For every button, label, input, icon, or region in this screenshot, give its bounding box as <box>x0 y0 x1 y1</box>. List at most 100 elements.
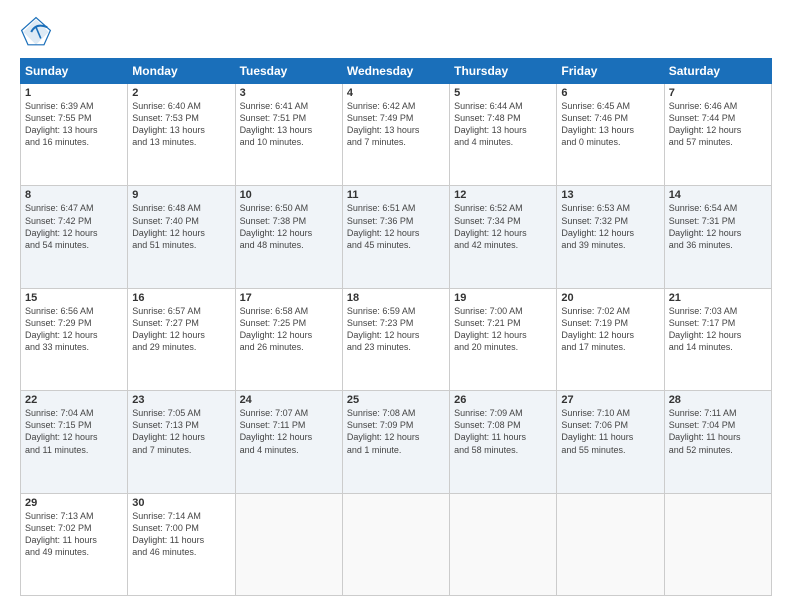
day-number: 7 <box>669 87 767 99</box>
day-info: Sunrise: 7:03 AM Sunset: 7:17 PM Dayligh… <box>669 305 767 354</box>
calendar-cell: 18Sunrise: 6:59 AM Sunset: 7:23 PM Dayli… <box>342 288 449 390</box>
calendar-cell: 9Sunrise: 6:48 AM Sunset: 7:40 PM Daylig… <box>128 186 235 288</box>
calendar-cell: 4Sunrise: 6:42 AM Sunset: 7:49 PM Daylig… <box>342 84 449 186</box>
calendar-header-friday: Friday <box>557 59 664 84</box>
calendar-week-row: 29Sunrise: 7:13 AM Sunset: 7:02 PM Dayli… <box>21 493 772 595</box>
day-info: Sunrise: 6:56 AM Sunset: 7:29 PM Dayligh… <box>25 305 123 354</box>
calendar-cell: 29Sunrise: 7:13 AM Sunset: 7:02 PM Dayli… <box>21 493 128 595</box>
day-number: 15 <box>25 292 123 304</box>
day-number: 12 <box>454 189 552 201</box>
day-info: Sunrise: 7:07 AM Sunset: 7:11 PM Dayligh… <box>240 407 338 456</box>
day-number: 2 <box>132 87 230 99</box>
calendar-header-sunday: Sunday <box>21 59 128 84</box>
calendar-header-saturday: Saturday <box>664 59 771 84</box>
calendar-week-row: 22Sunrise: 7:04 AM Sunset: 7:15 PM Dayli… <box>21 391 772 493</box>
day-number: 20 <box>561 292 659 304</box>
calendar-cell: 19Sunrise: 7:00 AM Sunset: 7:21 PM Dayli… <box>450 288 557 390</box>
calendar-cell: 6Sunrise: 6:45 AM Sunset: 7:46 PM Daylig… <box>557 84 664 186</box>
day-number: 27 <box>561 394 659 406</box>
day-number: 5 <box>454 87 552 99</box>
calendar-cell: 28Sunrise: 7:11 AM Sunset: 7:04 PM Dayli… <box>664 391 771 493</box>
calendar-week-row: 15Sunrise: 6:56 AM Sunset: 7:29 PM Dayli… <box>21 288 772 390</box>
day-info: Sunrise: 6:44 AM Sunset: 7:48 PM Dayligh… <box>454 100 552 149</box>
calendar-cell: 27Sunrise: 7:10 AM Sunset: 7:06 PM Dayli… <box>557 391 664 493</box>
calendar-cell: 21Sunrise: 7:03 AM Sunset: 7:17 PM Dayli… <box>664 288 771 390</box>
calendar-cell <box>342 493 449 595</box>
calendar-week-row: 8Sunrise: 6:47 AM Sunset: 7:42 PM Daylig… <box>21 186 772 288</box>
calendar-week-row: 1Sunrise: 6:39 AM Sunset: 7:55 PM Daylig… <box>21 84 772 186</box>
day-number: 28 <box>669 394 767 406</box>
calendar-cell: 8Sunrise: 6:47 AM Sunset: 7:42 PM Daylig… <box>21 186 128 288</box>
day-number: 3 <box>240 87 338 99</box>
day-number: 24 <box>240 394 338 406</box>
day-info: Sunrise: 6:39 AM Sunset: 7:55 PM Dayligh… <box>25 100 123 149</box>
day-number: 16 <box>132 292 230 304</box>
day-number: 17 <box>240 292 338 304</box>
day-info: Sunrise: 7:10 AM Sunset: 7:06 PM Dayligh… <box>561 407 659 456</box>
day-info: Sunrise: 6:54 AM Sunset: 7:31 PM Dayligh… <box>669 202 767 251</box>
calendar-cell: 5Sunrise: 6:44 AM Sunset: 7:48 PM Daylig… <box>450 84 557 186</box>
day-info: Sunrise: 6:50 AM Sunset: 7:38 PM Dayligh… <box>240 202 338 251</box>
calendar-cell: 20Sunrise: 7:02 AM Sunset: 7:19 PM Dayli… <box>557 288 664 390</box>
day-info: Sunrise: 7:02 AM Sunset: 7:19 PM Dayligh… <box>561 305 659 354</box>
day-info: Sunrise: 6:42 AM Sunset: 7:49 PM Dayligh… <box>347 100 445 149</box>
calendar-cell: 2Sunrise: 6:40 AM Sunset: 7:53 PM Daylig… <box>128 84 235 186</box>
calendar-cell <box>557 493 664 595</box>
calendar-header-row: SundayMondayTuesdayWednesdayThursdayFrid… <box>21 59 772 84</box>
day-number: 30 <box>132 497 230 509</box>
calendar-cell: 15Sunrise: 6:56 AM Sunset: 7:29 PM Dayli… <box>21 288 128 390</box>
calendar-cell: 7Sunrise: 6:46 AM Sunset: 7:44 PM Daylig… <box>664 84 771 186</box>
day-info: Sunrise: 7:09 AM Sunset: 7:08 PM Dayligh… <box>454 407 552 456</box>
day-info: Sunrise: 6:59 AM Sunset: 7:23 PM Dayligh… <box>347 305 445 354</box>
calendar-cell: 25Sunrise: 7:08 AM Sunset: 7:09 PM Dayli… <box>342 391 449 493</box>
day-info: Sunrise: 6:53 AM Sunset: 7:32 PM Dayligh… <box>561 202 659 251</box>
day-number: 4 <box>347 87 445 99</box>
calendar-cell: 14Sunrise: 6:54 AM Sunset: 7:31 PM Dayli… <box>664 186 771 288</box>
calendar-cell: 3Sunrise: 6:41 AM Sunset: 7:51 PM Daylig… <box>235 84 342 186</box>
calendar-cell: 12Sunrise: 6:52 AM Sunset: 7:34 PM Dayli… <box>450 186 557 288</box>
day-info: Sunrise: 7:05 AM Sunset: 7:13 PM Dayligh… <box>132 407 230 456</box>
calendar-cell: 10Sunrise: 6:50 AM Sunset: 7:38 PM Dayli… <box>235 186 342 288</box>
day-number: 10 <box>240 189 338 201</box>
day-number: 1 <box>25 87 123 99</box>
calendar-cell: 30Sunrise: 7:14 AM Sunset: 7:00 PM Dayli… <box>128 493 235 595</box>
page: SundayMondayTuesdayWednesdayThursdayFrid… <box>0 0 792 612</box>
day-number: 19 <box>454 292 552 304</box>
day-info: Sunrise: 6:48 AM Sunset: 7:40 PM Dayligh… <box>132 202 230 251</box>
calendar-cell: 1Sunrise: 6:39 AM Sunset: 7:55 PM Daylig… <box>21 84 128 186</box>
day-info: Sunrise: 6:40 AM Sunset: 7:53 PM Dayligh… <box>132 100 230 149</box>
day-number: 22 <box>25 394 123 406</box>
calendar-body: 1Sunrise: 6:39 AM Sunset: 7:55 PM Daylig… <box>21 84 772 596</box>
logo-icon <box>20 16 52 48</box>
day-info: Sunrise: 7:08 AM Sunset: 7:09 PM Dayligh… <box>347 407 445 456</box>
day-number: 9 <box>132 189 230 201</box>
calendar-cell: 16Sunrise: 6:57 AM Sunset: 7:27 PM Dayli… <box>128 288 235 390</box>
day-number: 21 <box>669 292 767 304</box>
calendar-cell <box>235 493 342 595</box>
day-info: Sunrise: 7:04 AM Sunset: 7:15 PM Dayligh… <box>25 407 123 456</box>
day-number: 6 <box>561 87 659 99</box>
calendar-header-wednesday: Wednesday <box>342 59 449 84</box>
calendar-cell: 11Sunrise: 6:51 AM Sunset: 7:36 PM Dayli… <box>342 186 449 288</box>
day-info: Sunrise: 6:57 AM Sunset: 7:27 PM Dayligh… <box>132 305 230 354</box>
calendar-cell: 17Sunrise: 6:58 AM Sunset: 7:25 PM Dayli… <box>235 288 342 390</box>
day-info: Sunrise: 7:11 AM Sunset: 7:04 PM Dayligh… <box>669 407 767 456</box>
day-info: Sunrise: 7:00 AM Sunset: 7:21 PM Dayligh… <box>454 305 552 354</box>
logo <box>20 16 56 48</box>
day-info: Sunrise: 6:45 AM Sunset: 7:46 PM Dayligh… <box>561 100 659 149</box>
calendar-header-thursday: Thursday <box>450 59 557 84</box>
day-info: Sunrise: 6:58 AM Sunset: 7:25 PM Dayligh… <box>240 305 338 354</box>
day-number: 26 <box>454 394 552 406</box>
day-number: 29 <box>25 497 123 509</box>
day-info: Sunrise: 6:52 AM Sunset: 7:34 PM Dayligh… <box>454 202 552 251</box>
calendar-header-tuesday: Tuesday <box>235 59 342 84</box>
calendar-header-monday: Monday <box>128 59 235 84</box>
calendar-cell <box>664 493 771 595</box>
calendar-cell: 24Sunrise: 7:07 AM Sunset: 7:11 PM Dayli… <box>235 391 342 493</box>
calendar-cell: 22Sunrise: 7:04 AM Sunset: 7:15 PM Dayli… <box>21 391 128 493</box>
header <box>20 16 772 48</box>
calendar-cell <box>450 493 557 595</box>
day-number: 8 <box>25 189 123 201</box>
calendar-cell: 13Sunrise: 6:53 AM Sunset: 7:32 PM Dayli… <box>557 186 664 288</box>
day-number: 18 <box>347 292 445 304</box>
